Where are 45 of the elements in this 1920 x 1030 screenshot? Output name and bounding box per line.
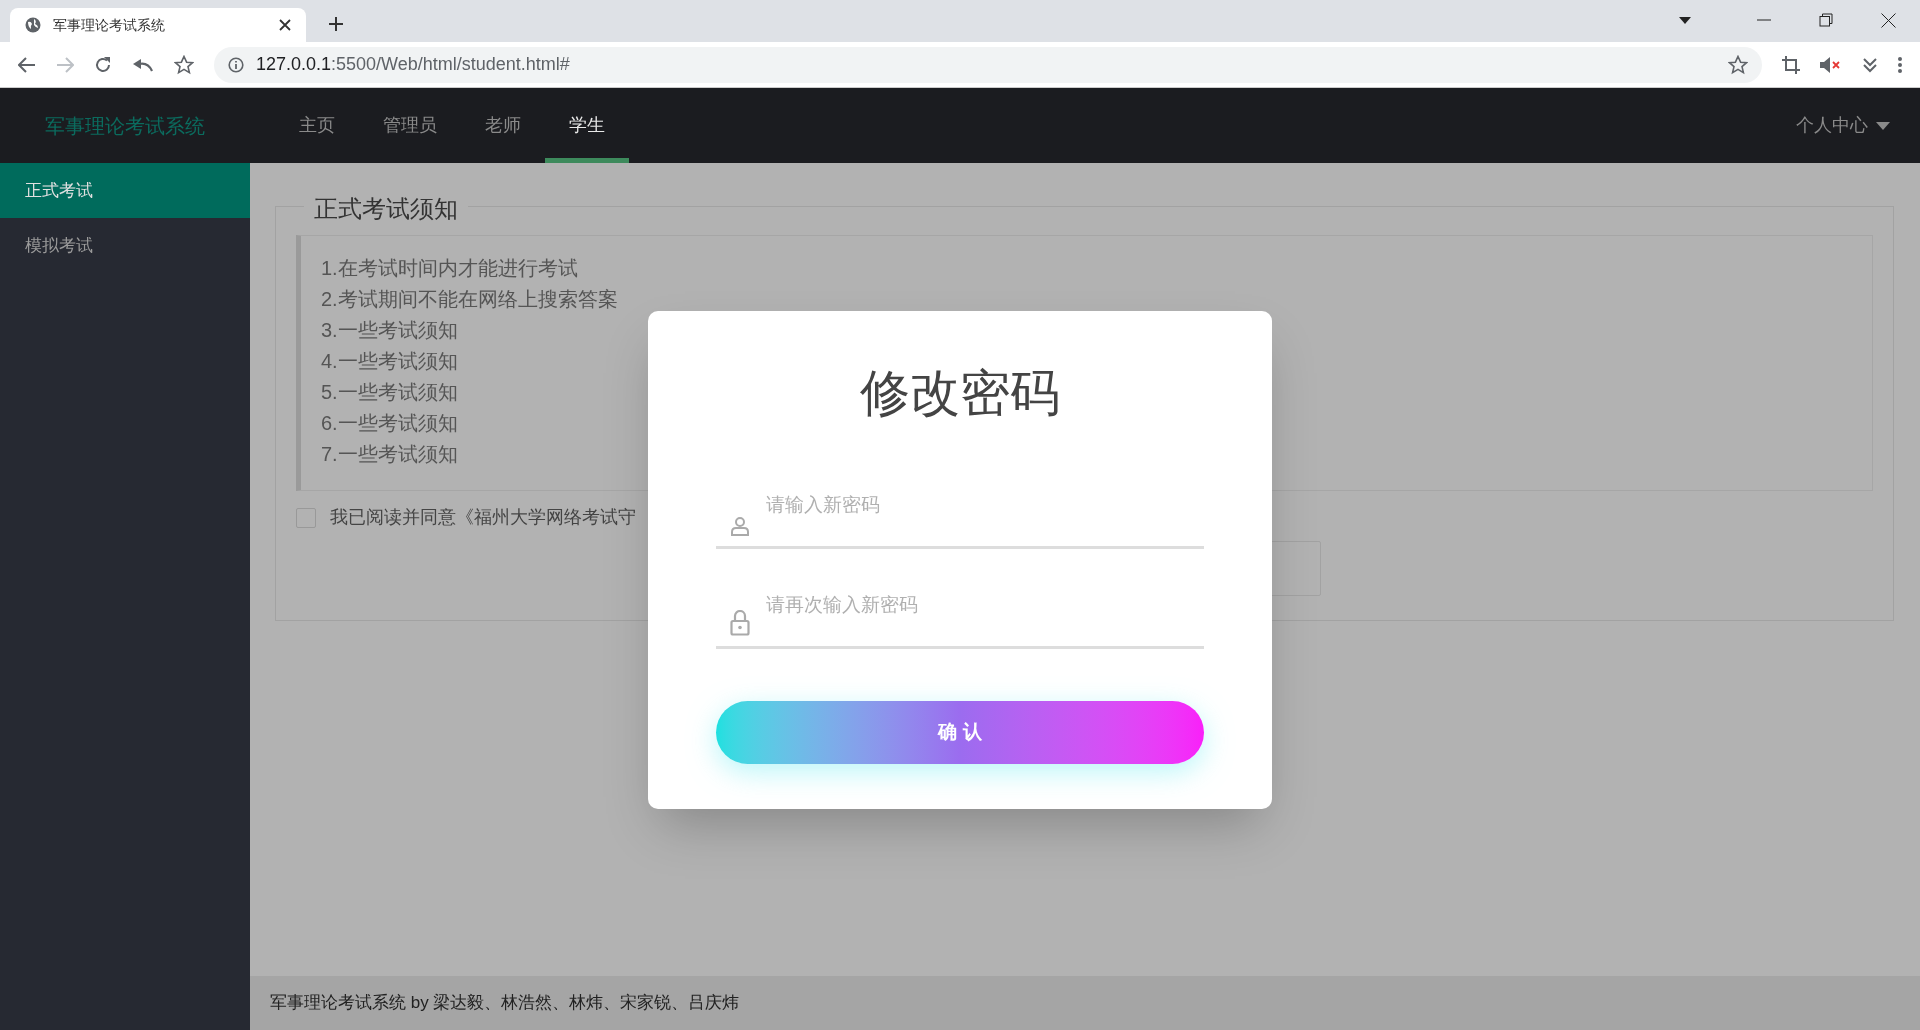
browser-tab[interactable]: 军事理论考试系统 — [10, 8, 306, 42]
new-tab-icon[interactable] — [328, 16, 344, 32]
more-menu-icon[interactable] — [1898, 56, 1902, 73]
restore-icon[interactable] — [1819, 13, 1833, 27]
bookmark-star-icon[interactable] — [174, 54, 194, 75]
caret-icon — [1876, 121, 1890, 130]
dialog-title: 修改密码 — [860, 364, 1060, 423]
notice-item: 6.一些考试须知 — [321, 411, 458, 436]
nav-tab[interactable]: 主页 — [275, 88, 359, 163]
globe-icon — [25, 17, 41, 33]
notice-item: 5.一些考试须知 — [321, 380, 458, 405]
nav-tab[interactable]: 老师 — [461, 88, 545, 163]
confirm-button[interactable]: 确 认 — [716, 701, 1204, 764]
nav-tab[interactable]: 学生 — [545, 88, 629, 163]
tab-search-caret-icon[interactable] — [1679, 16, 1691, 24]
muted-speaker-icon[interactable] — [1820, 55, 1842, 74]
notice-item: 3.一些考试须知 — [321, 318, 458, 343]
sidebar-item[interactable]: 模拟考试 — [0, 218, 250, 273]
address-bar[interactable]: 127.0.0.1:5500/Web/html/student.html# — [214, 46, 1762, 83]
crop-icon[interactable] — [1782, 55, 1800, 74]
user-menu[interactable]: 个人中心 — [1796, 88, 1920, 163]
site-title: 军事理论考试系统 — [44, 113, 206, 139]
close-icon[interactable] — [279, 19, 291, 31]
notice-item: 7.一些考试须知 — [321, 442, 458, 467]
undo-icon[interactable] — [132, 57, 154, 72]
password-field[interactable]: 请输入新密码 — [766, 491, 1190, 520]
notice-item: 1.在考试时间内才能进行考试 — [321, 256, 578, 281]
notice-item: 2.考试期间不能在网络上搜索答案 — [321, 287, 618, 312]
nav-tab[interactable]: 管理员 — [359, 88, 461, 163]
person-icon — [730, 516, 750, 536]
tab-title: 军事理论考试系统 — [53, 15, 166, 35]
double-chevron-icon[interactable] — [1862, 56, 1878, 73]
password-field[interactable]: 请再次输入新密码 — [766, 591, 1190, 620]
lock-icon — [730, 610, 750, 636]
close-window-icon[interactable] — [1881, 12, 1896, 28]
sidebar-item[interactable]: 正式考试 — [0, 163, 250, 218]
reload-icon[interactable] — [94, 55, 112, 74]
back-arrow-icon[interactable] — [18, 56, 36, 73]
checkbox[interactable] — [296, 507, 316, 528]
url-text: 127.0.0.1:5500/Web/html/student.html# — [256, 53, 571, 76]
agreement-label: 我已阅读并同意《福州大学网络考试守 — [330, 506, 636, 529]
star-icon[interactable] — [1728, 54, 1748, 75]
footer-text: 军事理论考试系统 by 梁达毅、林浩然、林炜、宋家锐、吕庆炜 — [270, 992, 740, 1015]
notice-item: 4.一些考试须知 — [321, 349, 458, 374]
info-icon[interactable] — [228, 56, 244, 73]
